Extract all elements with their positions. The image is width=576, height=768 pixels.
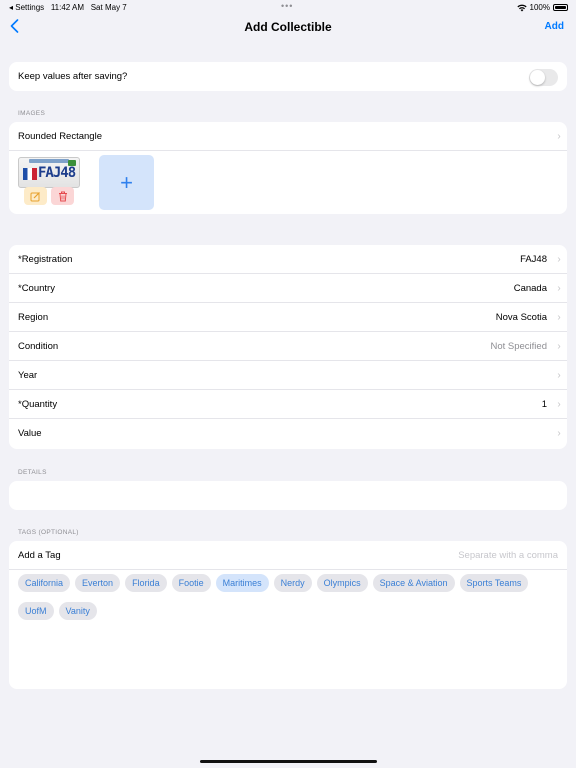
image-shape-label: Rounded Rectangle bbox=[18, 130, 102, 142]
add-image-button[interactable]: + bbox=[99, 155, 154, 210]
tag-chips: California Everton Florida Footie Mariti… bbox=[18, 574, 538, 620]
add-button[interactable]: Add bbox=[545, 21, 564, 32]
tags-card: Add a Tag California Everton Florida Foo… bbox=[9, 541, 567, 689]
home-indicator[interactable] bbox=[200, 760, 377, 763]
edit-image-button[interactable] bbox=[24, 187, 47, 205]
add-tag-row: Add a Tag bbox=[9, 541, 567, 570]
chevron-right-icon: › bbox=[557, 282, 561, 294]
keep-values-row: Keep values after saving? bbox=[9, 62, 567, 91]
plate-sticker-icon bbox=[68, 160, 76, 166]
chevron-right-icon: › bbox=[557, 253, 561, 265]
tag-chip[interactable]: Space & Aviation bbox=[372, 574, 455, 592]
field-row-quantity[interactable]: *Quantity 1 › bbox=[9, 390, 567, 419]
details-section-label: DETAILS bbox=[18, 469, 47, 476]
fields-card: *Registration FAJ48 › *Country Canada › … bbox=[9, 245, 567, 449]
chevron-right-icon: › bbox=[557, 398, 561, 410]
chevron-right-icon: › bbox=[557, 369, 561, 381]
field-row-registration[interactable]: *Registration FAJ48 › bbox=[9, 245, 567, 274]
field-label: Condition bbox=[18, 340, 59, 352]
multitasking-dots[interactable]: ••• bbox=[281, 1, 293, 11]
status-right: 100% bbox=[516, 3, 568, 12]
tag-chip[interactable]: Footie bbox=[171, 574, 211, 592]
field-row-region[interactable]: Region Nova Scotia › bbox=[9, 303, 567, 332]
tag-chip[interactable]: Everton bbox=[75, 574, 121, 592]
tag-chip[interactable]: California bbox=[18, 574, 71, 592]
status-date: Sat May 7 bbox=[90, 3, 127, 12]
images-card: Rounded Rectangle › FAJ48 + bbox=[9, 122, 567, 214]
field-label: *Quantity bbox=[18, 398, 58, 410]
plate-header-stripe bbox=[29, 159, 69, 163]
field-label: Region bbox=[18, 311, 49, 323]
field-label: *Country bbox=[18, 282, 55, 294]
navigation-bar: Add Collectible Add bbox=[0, 14, 576, 42]
chevron-right-icon: › bbox=[557, 130, 561, 142]
toggle-knob bbox=[530, 70, 545, 85]
tag-chip[interactable]: Olympics bbox=[316, 574, 368, 592]
plate-registration-text: FAJ48 bbox=[38, 165, 76, 181]
keep-values-card: Keep values after saving? bbox=[9, 62, 567, 91]
tag-chip[interactable]: Florida bbox=[125, 574, 167, 592]
field-value: Not Specified bbox=[490, 340, 547, 352]
delete-image-button[interactable] bbox=[51, 187, 74, 205]
status-time: 11:42 AM bbox=[50, 3, 85, 12]
field-value: Nova Scotia bbox=[495, 311, 547, 323]
chevron-right-icon: › bbox=[557, 340, 561, 352]
trash-icon bbox=[58, 191, 67, 201]
tag-chip[interactable]: Nerdy bbox=[273, 574, 312, 592]
status-bar: ◂ Settings 11:42 AM Sat May 7 ••• 100% bbox=[0, 0, 576, 14]
field-value: 1 bbox=[541, 398, 547, 410]
field-row-value[interactable]: Value › bbox=[9, 419, 567, 448]
tag-chip-selected[interactable]: Maritimes bbox=[215, 574, 269, 592]
image-shape-row[interactable]: Rounded Rectangle › bbox=[9, 122, 567, 151]
field-label: Value bbox=[18, 428, 42, 439]
details-text-field[interactable] bbox=[9, 481, 567, 510]
field-label: *Registration bbox=[18, 253, 73, 265]
battery-percent: 100% bbox=[529, 3, 550, 12]
pencil-square-icon bbox=[30, 191, 40, 201]
wifi-icon bbox=[516, 4, 527, 11]
chevron-right-icon: › bbox=[557, 311, 561, 323]
license-plate-thumbnail[interactable]: FAJ48 bbox=[18, 157, 80, 188]
tag-chip[interactable]: UofM bbox=[18, 602, 54, 620]
add-tag-label: Add a Tag bbox=[18, 549, 61, 561]
field-row-country[interactable]: *Country Canada › bbox=[9, 274, 567, 303]
field-value: FAJ48 bbox=[520, 253, 547, 265]
page-title: Add Collectible bbox=[244, 20, 332, 34]
images-section-label: IMAGES bbox=[18, 110, 46, 117]
tag-input[interactable] bbox=[398, 549, 558, 561]
tag-chip[interactable]: Sports Teams bbox=[459, 574, 529, 592]
field-value: Canada bbox=[513, 282, 547, 294]
tag-chip[interactable]: Vanity bbox=[58, 602, 97, 620]
tags-section-label: TAGS (OPTIONAL) bbox=[18, 529, 79, 536]
field-row-year[interactable]: Year › bbox=[9, 361, 567, 390]
flag-icon bbox=[23, 168, 37, 180]
details-card bbox=[9, 481, 567, 510]
field-row-condition[interactable]: Condition Not Specified › bbox=[9, 332, 567, 361]
battery-icon bbox=[553, 4, 568, 11]
keep-values-toggle[interactable] bbox=[529, 69, 558, 86]
keep-values-label: Keep values after saving? bbox=[18, 71, 128, 82]
back-to-app-link[interactable]: ◂ Settings bbox=[9, 3, 44, 12]
field-label: Year bbox=[18, 369, 38, 381]
chevron-right-icon: › bbox=[557, 428, 561, 439]
status-left: ◂ Settings 11:42 AM Sat May 7 bbox=[9, 3, 127, 12]
